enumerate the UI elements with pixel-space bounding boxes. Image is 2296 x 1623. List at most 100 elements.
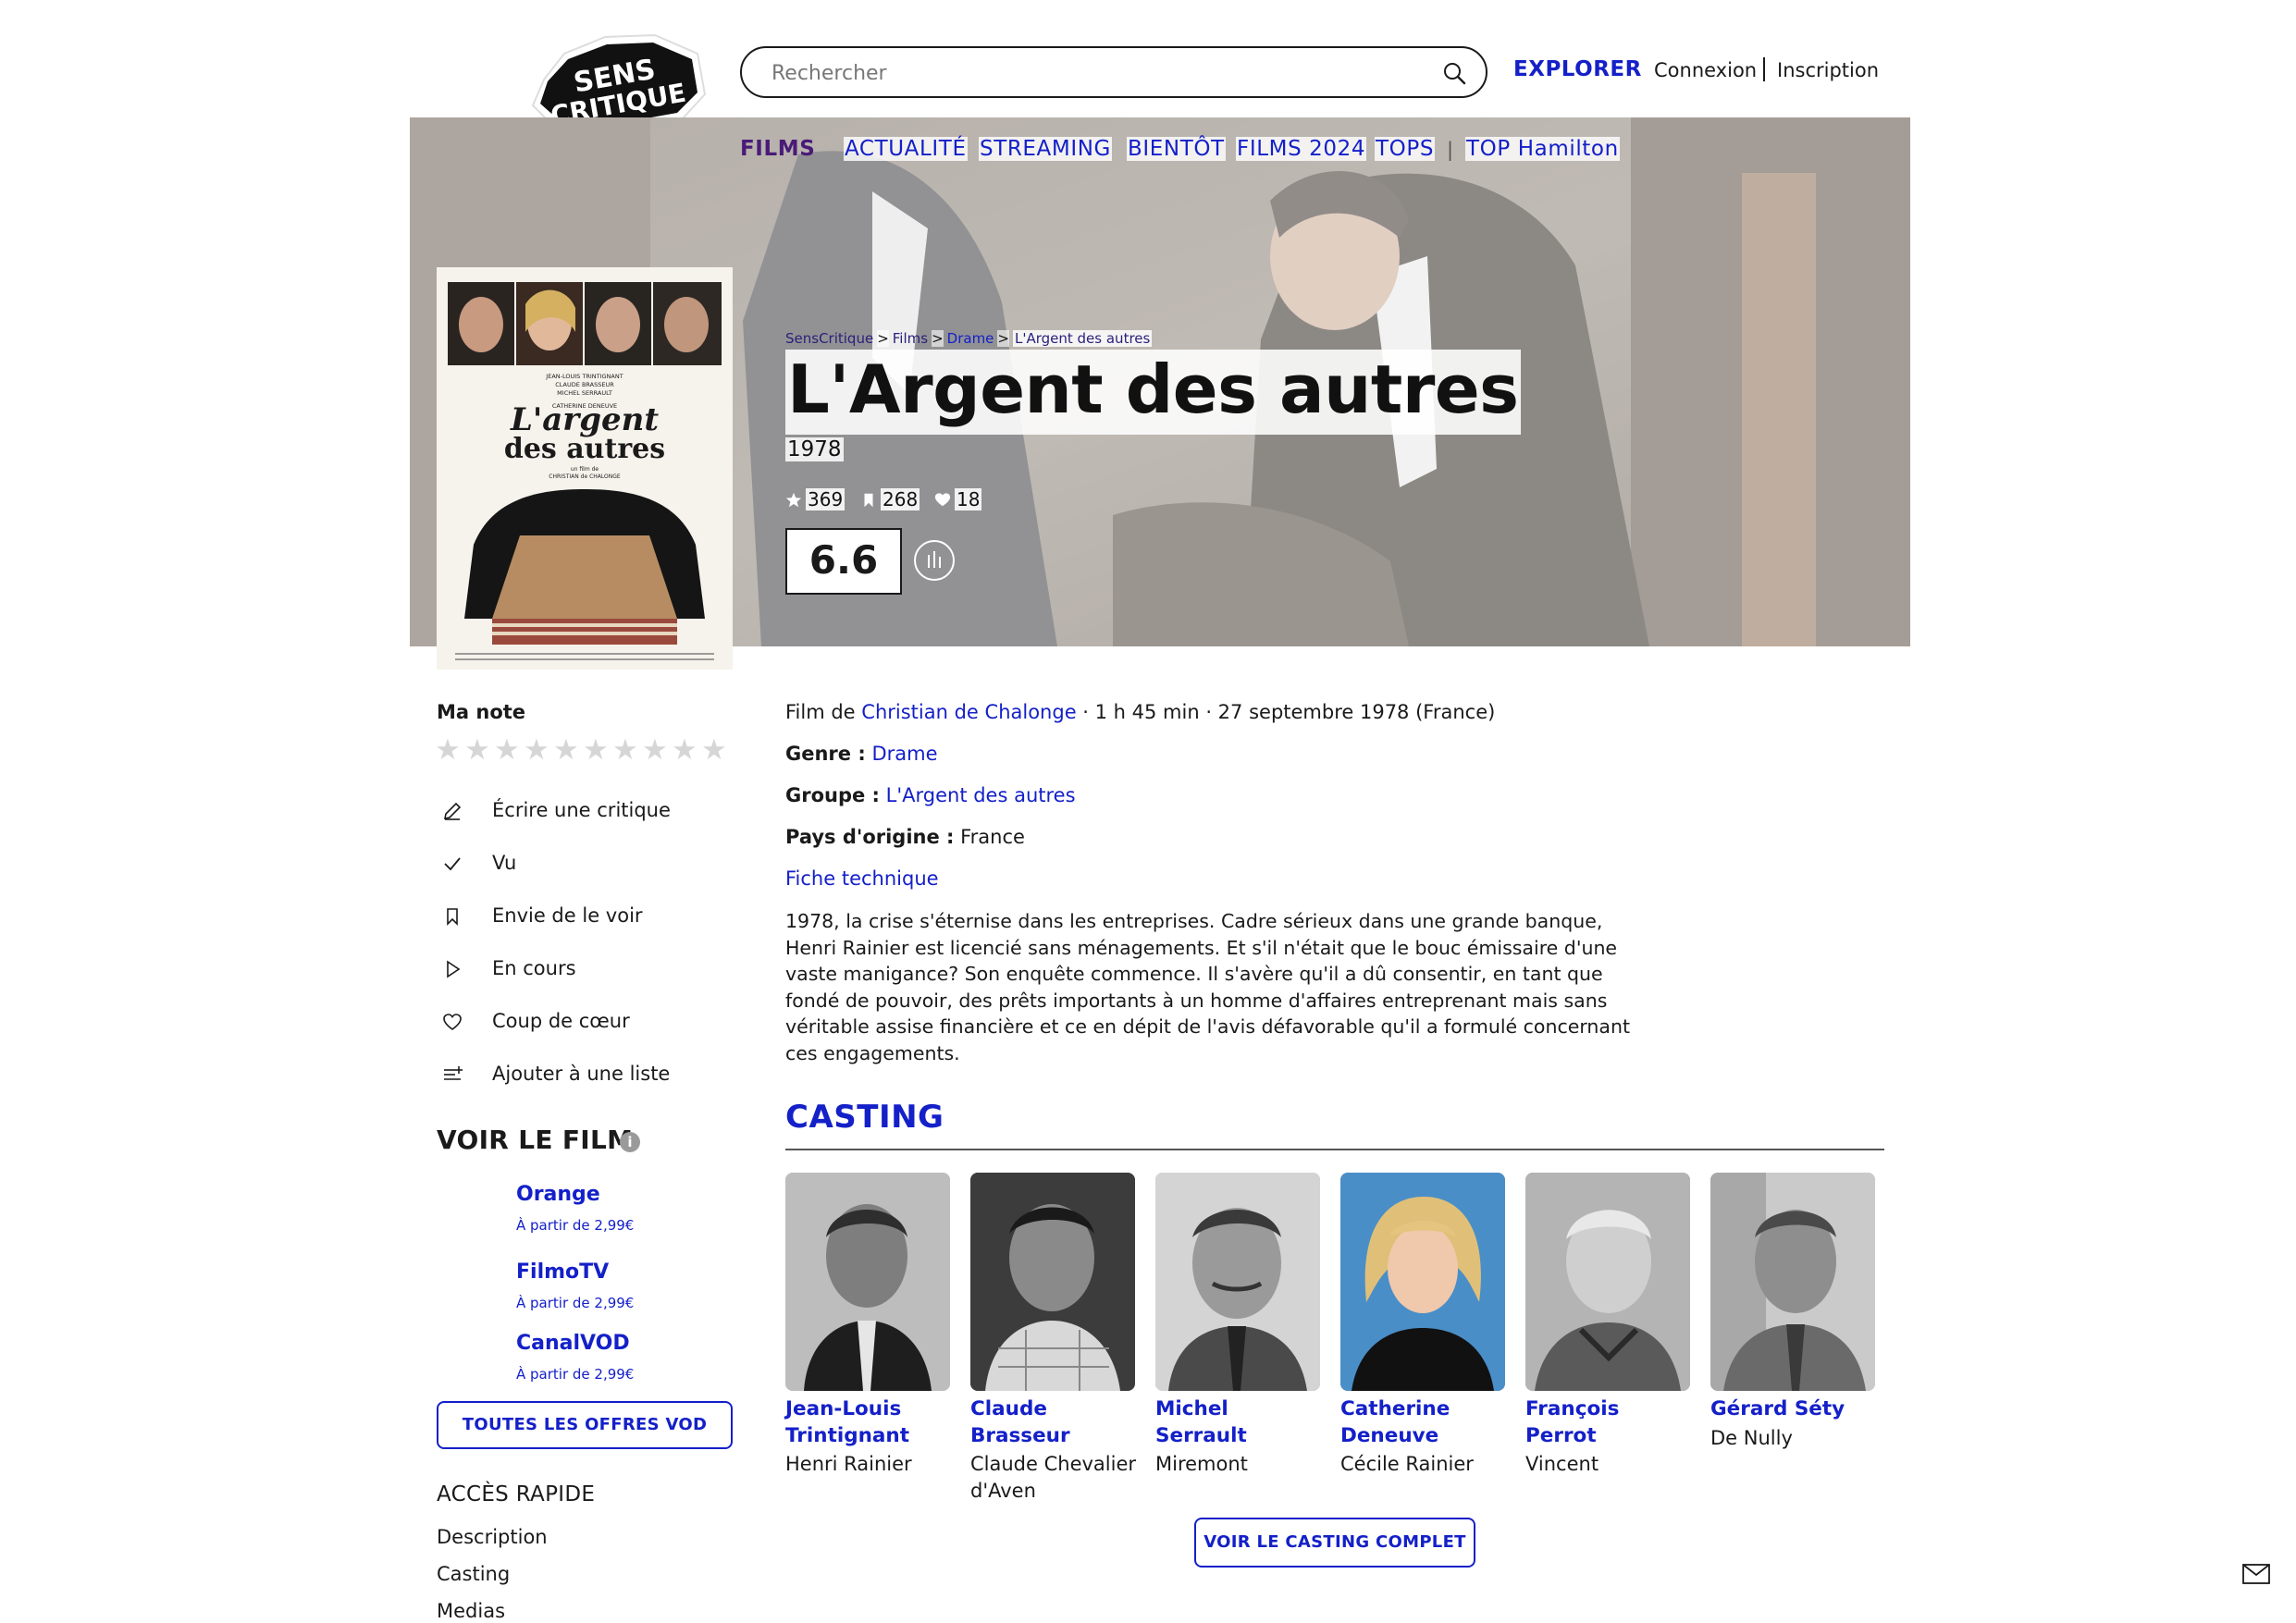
heart-icon: [934, 493, 951, 507]
full-casting-button[interactable]: VOIR LE CASTING COMPLET: [1194, 1518, 1475, 1568]
rating-star-10[interactable]: ★: [701, 735, 731, 765]
rating-star-7[interactable]: ★: [612, 735, 642, 765]
nav-separator: |: [1447, 139, 1454, 161]
breadcrumb-drame[interactable]: Drame: [947, 330, 994, 347]
rating-star-4[interactable]: ★: [524, 735, 553, 765]
cast-card[interactable]: Catherine Deneuve Cécile Rainier: [1340, 1173, 1507, 1478]
actor-name[interactable]: Gérard Séty: [1710, 1396, 1877, 1423]
breadcrumb-separator: >: [877, 330, 889, 347]
quick-link-casting[interactable]: Casting: [437, 1563, 510, 1585]
director-link[interactable]: Christian de Chalonge: [861, 701, 1076, 723]
breadcrumb-separator: >: [997, 330, 1009, 347]
rating-star-9[interactable]: ★: [672, 735, 701, 765]
quick-link-medias[interactable]: Medias: [437, 1600, 505, 1622]
nav-films-2024[interactable]: FILMS 2024: [1236, 137, 1367, 161]
cast-card[interactable]: Claude Brasseur Claude Chevalier d'Aven: [970, 1173, 1137, 1504]
search-bar[interactable]: [740, 46, 1487, 98]
vod-offer-filmotv[interactable]: FilmoTV: [516, 1260, 609, 1284]
average-rating: 6.6: [785, 528, 902, 595]
bar-chart-icon: [928, 551, 941, 568]
actor-name[interactable]: Michel Serrault: [1155, 1396, 1322, 1449]
group-link[interactable]: L'Argent des autres: [886, 784, 1076, 806]
actor-photo[interactable]: [1340, 1173, 1505, 1391]
page-title: L'Argent des autres: [785, 350, 1521, 435]
vod-offer-orange[interactable]: Orange: [516, 1183, 600, 1206]
info-icon[interactable]: i: [620, 1132, 640, 1152]
actor-role: Cécile Rainier: [1340, 1453, 1474, 1475]
actor-name[interactable]: François Perrot: [1525, 1396, 1692, 1449]
vod-offer-price: À partir de 2,99€: [516, 1366, 635, 1383]
all-vod-offers-button[interactable]: TOUTES LES OFFRES VOD: [437, 1401, 733, 1449]
breadcrumb-current: L'Argent des autres: [1012, 330, 1153, 347]
actor-role: Henri Rainier: [785, 1453, 912, 1475]
actor-photo[interactable]: [1525, 1173, 1690, 1391]
nav-top-hamilton[interactable]: TOP Hamilton: [1465, 137, 1620, 161]
rating-star-8[interactable]: ★: [642, 735, 672, 765]
my-rating-label: Ma note: [437, 701, 526, 723]
my-rating-stars[interactable]: ★ ★ ★ ★ ★ ★ ★ ★ ★ ★: [435, 735, 731, 765]
explore-link[interactable]: EXPLORER: [1513, 57, 1642, 81]
nav-films[interactable]: FILMS: [740, 137, 815, 161]
check-icon: [444, 857, 461, 871]
actor-name[interactable]: Claude Brasseur: [970, 1396, 1137, 1449]
breadcrumb-senscritique[interactable]: SensCritique: [785, 330, 873, 347]
actor-photo[interactable]: [970, 1173, 1135, 1391]
add-list-icon: [444, 1066, 463, 1080]
movie-poster[interactable]: JEAN-LOUIS TRINTIGNANT CLAUDE BRASSEUR M…: [437, 267, 733, 670]
rating-star-5[interactable]: ★: [553, 735, 583, 765]
tech-sheet-link[interactable]: Fiche technique: [785, 867, 939, 890]
search-icon[interactable]: [1441, 60, 1467, 86]
search-input[interactable]: [770, 55, 1412, 91]
ratings-count-value: 369: [806, 488, 846, 510]
cast-card[interactable]: François Perrot Vincent: [1525, 1173, 1692, 1478]
quick-link-description[interactable]: Description: [437, 1526, 548, 1548]
favorites-count-value: 18: [955, 488, 982, 510]
write-review-label: Écrire une critique: [492, 799, 671, 821]
poster-credit-1: JEAN-LOUIS TRINTIGNANT: [545, 373, 623, 380]
actor-role: Vincent: [1525, 1453, 1599, 1475]
favorites-count: 18: [934, 488, 982, 510]
group-row: Groupe : L'Argent des autres: [785, 784, 1076, 806]
cast-card[interactable]: Michel Serrault Miremont: [1155, 1173, 1322, 1478]
actor-photo[interactable]: [785, 1173, 950, 1391]
group-label: Groupe :: [785, 784, 880, 806]
signup-link[interactable]: Inscription: [1777, 59, 1879, 81]
cast-card[interactable]: Jean-Louis Trintignant Henri Rainier: [785, 1173, 952, 1478]
nav-streaming[interactable]: STREAMING: [979, 137, 1112, 161]
country-value: France: [960, 826, 1025, 848]
rating-star-3[interactable]: ★: [494, 735, 524, 765]
vod-offer-price: À partir de 2,99€: [516, 1217, 635, 1234]
ratings-count: 369: [785, 488, 846, 510]
genre-link[interactable]: Drame: [871, 743, 937, 765]
wishlist-count-value: 268: [881, 488, 920, 510]
poster-byline-1: un film de: [571, 466, 599, 473]
bookmark-icon: [447, 908, 458, 926]
poster-credit-2: CLAUDE BRASSEUR: [555, 381, 614, 388]
actor-photo[interactable]: [1710, 1173, 1875, 1391]
cast-card[interactable]: Gérard Séty De Nully: [1710, 1173, 1877, 1451]
actor-name[interactable]: Jean-Louis Trintignant: [785, 1396, 952, 1449]
nav-tops[interactable]: TOPS: [1375, 137, 1436, 161]
nav-bientot[interactable]: BIENTÔT: [1127, 137, 1226, 161]
breadcrumb-films[interactable]: Films: [893, 330, 928, 347]
poster-byline-2: CHRISTIAN de CHALONGE: [549, 473, 621, 480]
film-details: · 1 h 45 min · 27 septembre 1978 (France…: [1076, 701, 1496, 723]
auth-divider: [1763, 57, 1765, 81]
pencil-icon: [443, 802, 462, 820]
in-progress-label: En cours: [492, 957, 576, 979]
wishlist-count: 268: [860, 488, 920, 510]
actor-name[interactable]: Catherine Deneuve: [1340, 1396, 1507, 1449]
actor-photo[interactable]: [1155, 1173, 1320, 1391]
rating-star-1[interactable]: ★: [435, 735, 464, 765]
rating-star-2[interactable]: ★: [464, 735, 494, 765]
play-icon: [447, 960, 461, 978]
mail-icon[interactable]: [2242, 1563, 2270, 1585]
synopsis: 1978, la crise s'éternise dans les entre…: [785, 910, 1631, 1064]
film-credits-line: Film de Christian de Chalonge · 1 h 45 m…: [785, 701, 1495, 723]
vod-offer-canalvod[interactable]: CanalVOD: [516, 1332, 630, 1355]
login-link[interactable]: Connexion: [1654, 59, 1757, 81]
rating-stats-button[interactable]: [914, 540, 955, 581]
bookmark-icon: [864, 493, 873, 508]
rating-star-6[interactable]: ★: [583, 735, 612, 765]
nav-actualite[interactable]: ACTUALITÉ: [844, 137, 968, 161]
